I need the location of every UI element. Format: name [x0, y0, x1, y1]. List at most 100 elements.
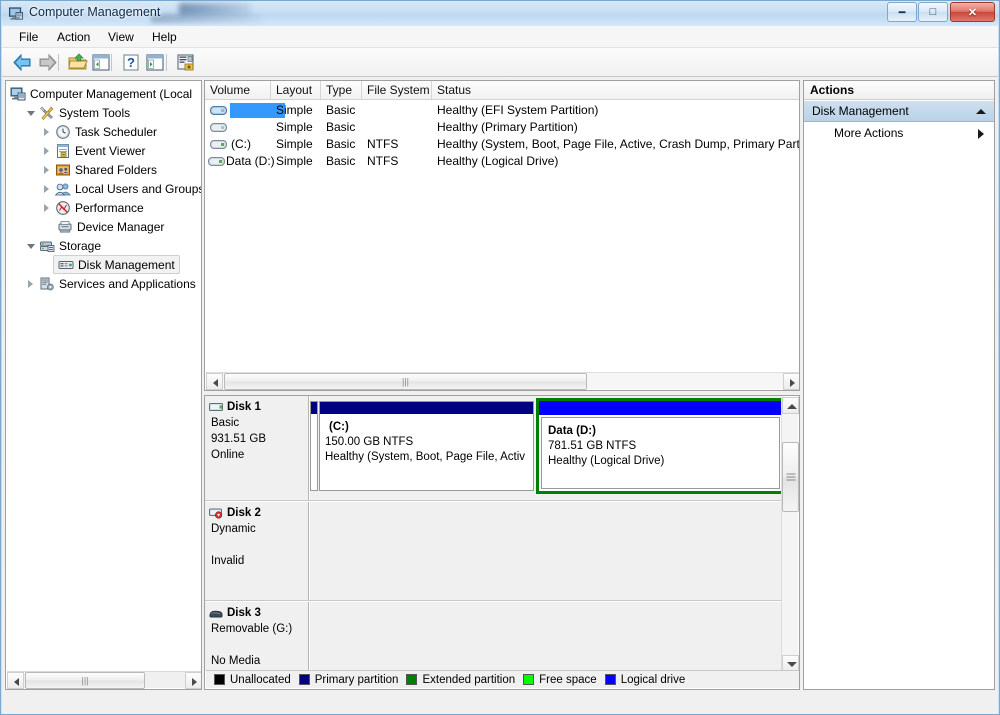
- tree-item-label: Performance: [75, 200, 144, 215]
- show-hide-action-pane-button[interactable]: [144, 52, 166, 73]
- cell-file-system: [367, 102, 427, 119]
- tree-item-storage[interactable]: Storage: [6, 236, 101, 255]
- chevron-up-icon[interactable]: [976, 109, 986, 114]
- cell-layout: Simple: [276, 137, 313, 151]
- chevron-right-icon[interactable]: [42, 164, 53, 175]
- tree-item-local-users-and-groups[interactable]: Local Users and Groups: [6, 179, 201, 198]
- scroll-left-button[interactable]: [7, 672, 24, 689]
- tree-item-shared-folders[interactable]: Shared Folders: [6, 160, 157, 179]
- menu-help[interactable]: Help: [145, 29, 184, 45]
- up-one-level-button[interactable]: [67, 52, 89, 73]
- chevron-right-icon[interactable]: [42, 202, 53, 213]
- chevron-right-icon[interactable]: [42, 145, 53, 156]
- tree-item-performance[interactable]: Performance: [6, 198, 144, 217]
- table-row[interactable]: Data (D:) Simple Basic NTFS Healthy (Log…: [205, 153, 799, 170]
- chevron-right-icon[interactable]: [978, 129, 984, 139]
- back-arrow-icon: [13, 53, 31, 72]
- cell-status: Healthy (EFI System Partition): [437, 103, 599, 117]
- forward-button[interactable]: [36, 52, 58, 73]
- scroll-up-button[interactable]: [782, 397, 799, 414]
- tree-item-device-manager[interactable]: Device Manager: [6, 217, 164, 236]
- chevron-right-icon[interactable]: [42, 183, 53, 194]
- event-viewer-icon: [55, 143, 71, 159]
- rescan-disks-button[interactable]: [175, 52, 197, 73]
- disk-name: Disk 1: [227, 401, 261, 413]
- minimize-icon: ━: [898, 6, 906, 19]
- partition-legend: Unallocated Primary partition Extended p…: [206, 670, 799, 688]
- disk-line-3: No Media: [211, 655, 261, 667]
- maximize-icon: □: [929, 6, 937, 18]
- chevron-right-icon[interactable]: [42, 126, 53, 137]
- maximize-button[interactable]: □: [918, 2, 948, 22]
- menu-file[interactable]: File: [12, 29, 45, 45]
- graphical-disk-view[interactable]: Disk 1 Basic 931.51 GB Online (C:) 150.0…: [204, 395, 800, 690]
- partition-d-drive[interactable]: Data (D:) 781.51 GB NTFS Healthy (Logica…: [536, 398, 783, 494]
- volume-list-horizontal-scrollbar[interactable]: |||: [206, 372, 799, 390]
- cell-type: Basic: [326, 103, 356, 117]
- scroll-left-button[interactable]: [206, 373, 223, 390]
- scroll-grip-icon: |||: [401, 376, 410, 386]
- tree-item-disk-management[interactable]: Disk Management: [53, 255, 180, 274]
- cell-file-system: NTFS: [367, 137, 399, 151]
- scroll-right-button[interactable]: [783, 373, 799, 390]
- scroll-thumb[interactable]: |||: [224, 373, 587, 390]
- scroll-grip-icon: |||: [81, 675, 89, 685]
- tree-item-label: Device Manager: [77, 219, 165, 234]
- scroll-thumb[interactable]: [782, 442, 799, 512]
- column-header-layout[interactable]: Layout: [271, 81, 321, 99]
- partition-efi[interactable]: [310, 401, 318, 491]
- legend-label: Unallocated: [230, 673, 291, 686]
- tree-item-system-tools[interactable]: System Tools: [6, 103, 130, 122]
- minimize-button[interactable]: ━: [887, 2, 917, 22]
- chevron-down-icon[interactable]: [26, 240, 37, 251]
- tree-item-computer-management[interactable]: Computer Management (Local: [6, 84, 192, 103]
- chevron-right-icon[interactable]: [26, 278, 37, 289]
- partition-status: Healthy (System, Boot, Page File, Activ: [325, 451, 526, 463]
- disk-row-disk-2[interactable]: Disk 2 Dynamic Invalid: [205, 502, 783, 601]
- disk-info-disk-1[interactable]: Disk 1 Basic 931.51 GB Online: [205, 396, 309, 500]
- disk-info-disk-3[interactable]: Disk 3 Removable (G:) No Media: [205, 602, 309, 671]
- scroll-right-button[interactable]: [185, 672, 201, 689]
- console-tree-pane[interactable]: Computer Management (Local System Tools: [5, 80, 202, 690]
- back-button[interactable]: [12, 52, 34, 73]
- disk-row-disk-1[interactable]: Disk 1 Basic 931.51 GB Online (C:) 150.0…: [205, 396, 783, 501]
- title-bar[interactable]: Computer Management ━ □ ✕: [1, 1, 999, 26]
- help-button[interactable]: ?: [120, 52, 142, 73]
- menu-action[interactable]: Action: [50, 29, 97, 45]
- disk-name: Disk 3: [227, 607, 261, 619]
- show-hide-console-tree-button[interactable]: [90, 52, 112, 73]
- partition-text: Data (D:) 781.51 GB NTFS Healthy (Logica…: [541, 417, 780, 489]
- menu-view[interactable]: View: [101, 29, 141, 45]
- actions-pane: Actions Disk Management More Actions: [803, 80, 995, 690]
- volume-icon-green: [208, 157, 225, 166]
- scroll-thumb[interactable]: |||: [25, 672, 145, 689]
- computer-management-window: Computer Management ━ □ ✕ File Action Vi…: [0, 0, 1000, 715]
- close-button[interactable]: ✕: [950, 2, 995, 22]
- chevron-down-icon[interactable]: [26, 107, 37, 118]
- table-row[interactable]: (C:) Simple Basic NTFS Healthy (System, …: [205, 136, 799, 153]
- dynamic-disk-error-icon: [209, 508, 223, 519]
- column-header-volume[interactable]: Volume: [205, 81, 271, 99]
- tree-item-label: Services and Applications: [59, 276, 196, 291]
- tree-horizontal-scrollbar[interactable]: |||: [7, 671, 201, 689]
- table-row[interactable]: Simple Basic Healthy (EFI System Partiti…: [205, 102, 799, 119]
- disk-row-disk-3[interactable]: Disk 3 Removable (G:) No Media: [205, 602, 783, 671]
- tree-item-services-and-applications[interactable]: Services and Applications: [6, 274, 196, 293]
- cell-layout: Simple: [276, 154, 313, 168]
- partition-c-drive[interactable]: (C:) 150.00 GB NTFS Healthy (System, Boo…: [319, 401, 534, 491]
- table-row[interactable]: Simple Basic Healthy (Primary Partition): [205, 119, 799, 136]
- cell-status: Healthy (System, Boot, Page File, Active…: [437, 137, 799, 151]
- column-header-status[interactable]: Status: [432, 81, 799, 99]
- disk-view-vertical-scrollbar[interactable]: [781, 397, 799, 672]
- tree-item-task-scheduler[interactable]: Task Scheduler: [6, 122, 157, 141]
- column-header-file-system[interactable]: File System: [362, 81, 432, 99]
- column-header-type[interactable]: Type: [321, 81, 362, 99]
- volume-icon-plain: [210, 123, 227, 132]
- disk-partitions-disk-3: [310, 602, 783, 671]
- disk-info-disk-2[interactable]: Disk 2 Dynamic Invalid: [205, 502, 309, 600]
- actions-group-disk-management[interactable]: Disk Management: [804, 101, 994, 122]
- more-actions-menu-item[interactable]: More Actions: [804, 123, 994, 143]
- tree-item-event-viewer[interactable]: Event Viewer: [6, 141, 145, 160]
- volume-list[interactable]: Volume Layout Type File System Status Si…: [204, 80, 800, 391]
- disk-line-1: Dynamic: [211, 523, 256, 535]
